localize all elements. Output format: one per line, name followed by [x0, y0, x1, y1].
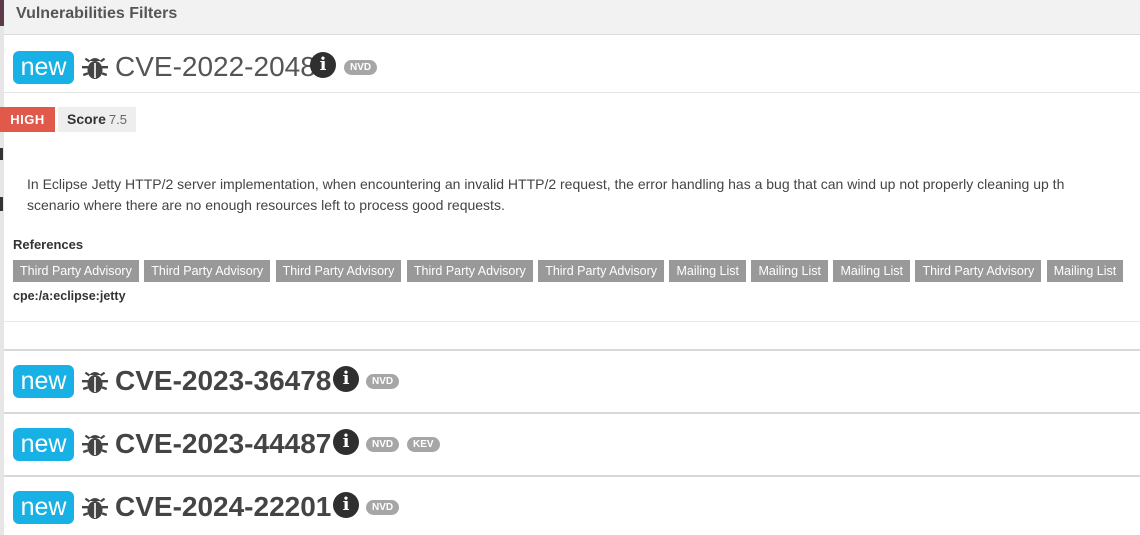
- score-badge: Score 7.5: [58, 107, 136, 132]
- left-pane-mark: [0, 197, 3, 211]
- severity-badge: HIGH: [0, 107, 55, 132]
- cve-id[interactable]: CVE-2024-22201: [115, 490, 331, 524]
- new-badge: new: [13, 491, 74, 524]
- vulnerability-panel[interactable]: new CVE-2024-22201 i NVD: [4, 476, 1140, 535]
- reference-link[interactable]: Third Party Advisory: [275, 260, 402, 282]
- source-badge-nvd: NVD: [366, 500, 400, 515]
- info-icon[interactable]: i: [333, 366, 359, 392]
- source-badge-nvd: NVD: [366, 374, 400, 389]
- cve-id[interactable]: CVE-2022-2048: [115, 50, 316, 84]
- cve-id[interactable]: CVE-2023-36478: [115, 364, 331, 398]
- cpe-identifier: cpe:/a:eclipse:jetty: [13, 289, 126, 303]
- bug-icon: [82, 371, 108, 393]
- vulnerability-panel[interactable]: new CVE-2023-36478 i NVD: [4, 350, 1140, 412]
- references-list: Third Party Advisory Third Party Advisor…: [13, 260, 1124, 282]
- score-value: 7.5: [108, 112, 127, 127]
- source-badge-nvd: NVD: [366, 437, 400, 452]
- reference-link[interactable]: Third Party Advisory: [144, 260, 271, 282]
- reference-link[interactable]: Third Party Advisory: [13, 260, 139, 282]
- info-icon[interactable]: i: [333, 429, 359, 455]
- bug-icon: [82, 497, 108, 519]
- source-badge-kev: KEV: [407, 437, 440, 452]
- left-pane-mark: [0, 148, 3, 160]
- filters-title: Vulnerabilities Filters: [16, 5, 178, 22]
- reference-link[interactable]: Mailing List: [1046, 260, 1124, 282]
- reference-link[interactable]: Mailing List: [751, 260, 828, 282]
- references-title: References: [13, 237, 84, 252]
- reference-link[interactable]: Mailing List: [833, 260, 910, 282]
- description-line: scenario where there are no enough resou…: [27, 197, 505, 213]
- description-line: In Eclipse Jetty HTTP/2 server implement…: [27, 176, 1065, 192]
- filters-header[interactable]: Vulnerabilities Filters: [4, 0, 1140, 35]
- vulnerability-header[interactable]: new CVE-2022-2048 i NVD: [4, 36, 1140, 93]
- vulnerability-description: In Eclipse Jetty HTTP/2 server implement…: [27, 174, 1140, 218]
- new-badge: new: [13, 51, 74, 84]
- reference-link[interactable]: Mailing List: [669, 260, 747, 282]
- info-icon[interactable]: i: [333, 492, 359, 518]
- new-badge: new: [13, 365, 74, 398]
- reference-link[interactable]: Third Party Advisory: [915, 260, 1042, 282]
- vulnerability-panel[interactable]: new CVE-2023-44487 i NVD KEV: [4, 413, 1140, 475]
- new-badge: new: [13, 428, 74, 461]
- bug-icon: [82, 434, 108, 456]
- bug-icon: [82, 57, 108, 79]
- divider: [4, 321, 1140, 322]
- reference-link[interactable]: Third Party Advisory: [538, 260, 665, 282]
- source-badge-nvd: NVD: [344, 60, 378, 75]
- info-icon[interactable]: i: [310, 52, 336, 78]
- reference-link[interactable]: Third Party Advisory: [406, 260, 533, 282]
- score-label: Score: [67, 111, 106, 127]
- cve-id[interactable]: CVE-2023-44487: [115, 427, 331, 461]
